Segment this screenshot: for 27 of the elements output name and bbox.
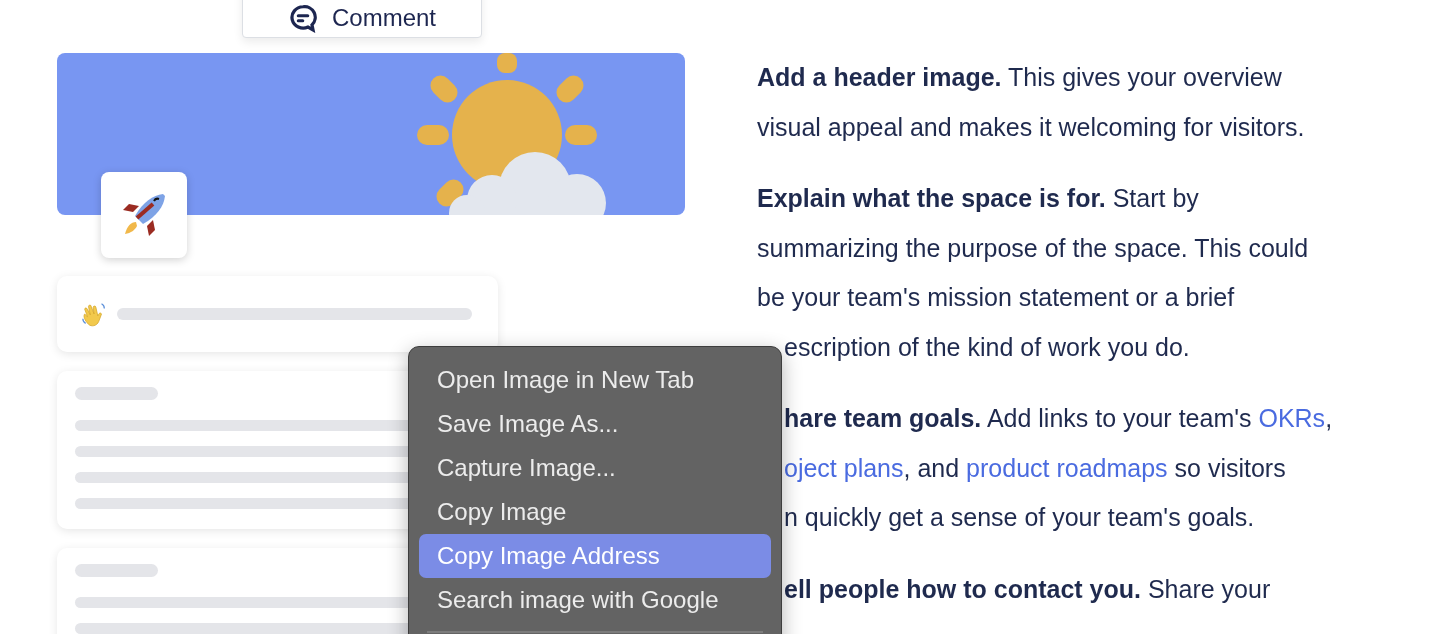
body-text: Start by [1111,184,1199,212]
menu-item[interactable]: Copy Image Address [419,534,771,578]
bold-lead-text: Explain what the space is for. [757,184,1106,212]
menu-item[interactable]: Open Image in New Tab [419,358,771,402]
bold-lead-text: ell people how to contact you. [784,574,1141,603]
body-text: summarizing the purpose of the space. This could [757,233,1309,262]
body-text: visual appeal and makes it welcoming for visitors. [757,112,1305,141]
comment-icon [288,2,318,33]
comment-button[interactable]: Comment [242,0,482,38]
body-text: n quickly get a sense of your team's goals. [784,503,1255,531]
link[interactable]: OKRs [1258,404,1326,432]
bold-lead-text: Add a header image. [757,63,1002,91]
body-text: Add links to your team's [985,404,1253,432]
body-text: Share your [1146,574,1271,603]
menu-item[interactable]: Copy Image [419,490,771,534]
link[interactable]: product roadmaps [966,453,1168,482]
menu-item[interactable]: Capture Image... [419,446,771,490]
body-text: be your team's mission statement or a brief [757,283,1235,311]
menu-item[interactable]: Save Image As... [419,402,771,446]
bold-lead-text: hare team goals. [784,404,982,432]
body-text: This gives your overview [1007,63,1282,91]
body-text: , [1325,404,1333,432]
body-text: so visitors [1173,453,1286,482]
body-text: escription of the kind of work you do. [784,332,1190,361]
link[interactable]: oject plans [784,453,904,482]
body-text: , and [903,453,961,482]
menu-item[interactable]: Search image with Google [419,578,771,622]
